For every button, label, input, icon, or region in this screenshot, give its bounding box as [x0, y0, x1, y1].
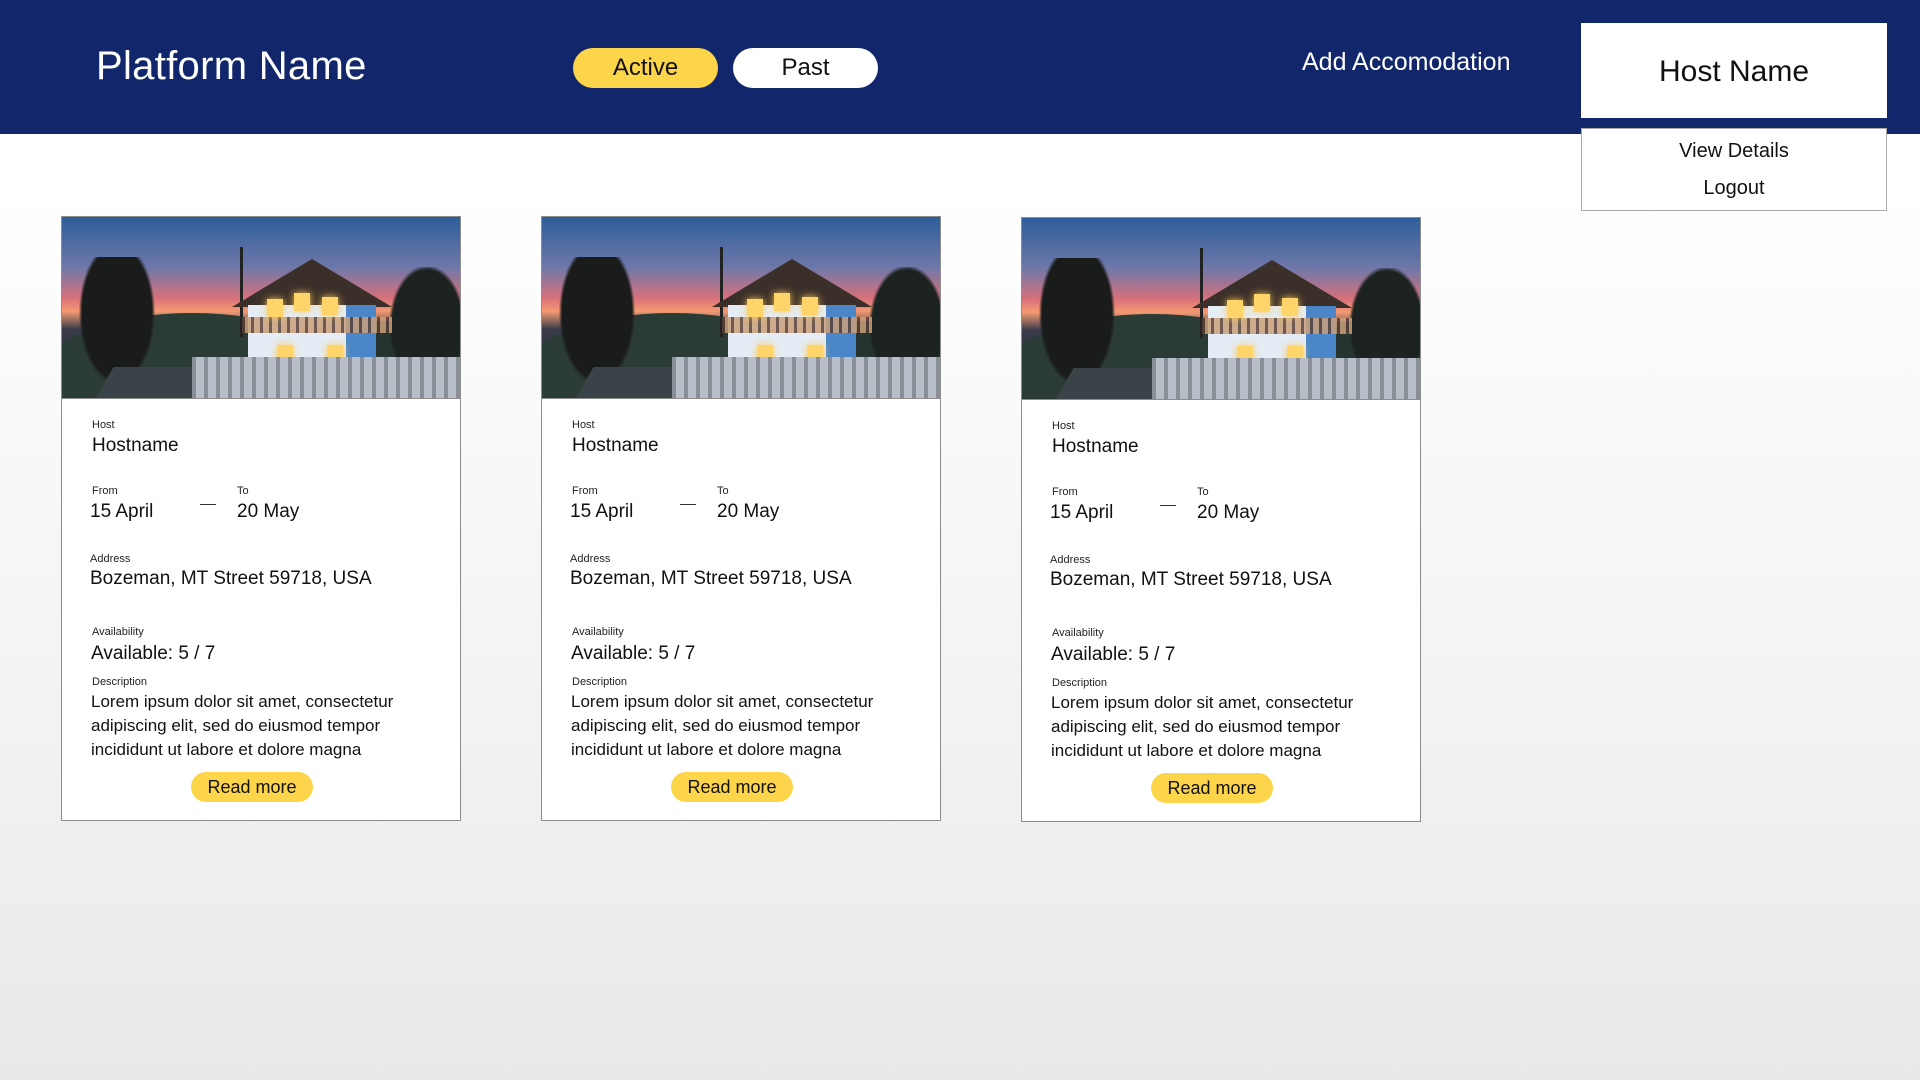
host-value: Hostname — [1052, 436, 1139, 457]
date-range-dash — [200, 504, 216, 505]
tab-past[interactable]: Past — [733, 48, 878, 88]
from-value: 15 April — [1050, 502, 1114, 523]
description-text: Lorem ipsum dolor sit amet, consectetur … — [91, 692, 394, 759]
date-range-dash — [680, 504, 696, 505]
to-label: To — [717, 485, 729, 497]
listing-card: Host Hostname From 15 April To 20 May Ad… — [61, 216, 461, 821]
top-bar: Platform Name Active Past Add Accomodati… — [0, 0, 1920, 134]
read-more-button[interactable]: Read more — [1151, 773, 1273, 803]
description-text: Lorem ipsum dolor sit amet, consectetur … — [1051, 693, 1354, 760]
photo-window — [774, 293, 790, 311]
description-text: Lorem ipsum dolor sit amet, consectetur … — [571, 692, 874, 759]
from-value: 15 April — [570, 501, 634, 522]
from-value: 15 April — [90, 501, 154, 522]
menu-item-logout[interactable]: Logout — [1582, 170, 1886, 207]
description-label: Description — [92, 676, 148, 688]
host-dropdown-menu: View Details Logout — [1581, 128, 1887, 211]
photo-balcony — [242, 317, 392, 333]
photo-window — [747, 299, 763, 317]
to-value: 20 May — [1197, 502, 1260, 523]
photo-balcony — [722, 317, 872, 333]
to-label: To — [1197, 486, 1209, 498]
photo-window — [1227, 300, 1243, 318]
photo-window — [1282, 298, 1298, 316]
availability-value: Available: 5 / 7 — [91, 643, 216, 664]
host-label: Host — [92, 419, 115, 431]
menu-item-view-details[interactable]: View Details — [1582, 133, 1886, 170]
listing-photo — [542, 217, 940, 399]
tab-active[interactable]: Active — [573, 48, 718, 88]
availability-value: Available: 5 / 7 — [571, 643, 696, 664]
add-accommodation-link[interactable]: Add Accomodation — [1302, 48, 1510, 77]
address-label: Address — [570, 553, 611, 565]
host-label: Host — [1052, 420, 1075, 432]
listing-photo — [62, 217, 460, 399]
to-value: 20 May — [237, 501, 300, 522]
host-label: Host — [572, 419, 595, 431]
photo-fence — [672, 357, 940, 398]
platform-name: Platform Name — [96, 44, 367, 88]
listing-card: Host Hostname From 15 April To 20 May Ad… — [541, 216, 941, 821]
photo-roof — [712, 259, 872, 307]
to-value: 20 May — [717, 501, 780, 522]
address-value: Bozeman, MT Street 59718, USA — [90, 568, 372, 589]
photo-fence — [192, 357, 460, 398]
host-name-button[interactable]: Host Name — [1581, 23, 1887, 118]
photo-balcony — [1202, 318, 1352, 334]
to-label: To — [237, 485, 249, 497]
listing-card: Host Hostname From 15 April To 20 May Ad… — [1021, 217, 1421, 822]
availability-label: Availability — [572, 626, 624, 638]
photo-window — [1254, 294, 1270, 312]
description-label: Description — [572, 676, 628, 688]
from-label: From — [572, 485, 598, 497]
photo-window — [294, 293, 310, 311]
photo-roof — [1192, 260, 1352, 308]
address-label: Address — [1050, 554, 1091, 566]
address-label: Address — [90, 553, 131, 565]
photo-window — [802, 297, 818, 315]
date-range-dash — [1160, 505, 1176, 506]
host-value: Hostname — [92, 435, 179, 456]
address-value: Bozeman, MT Street 59718, USA — [1050, 569, 1332, 590]
address-value: Bozeman, MT Street 59718, USA — [570, 568, 852, 589]
photo-fence — [1152, 358, 1420, 399]
host-value: Hostname — [572, 435, 659, 456]
photo-roof — [232, 259, 392, 307]
photo-window — [322, 297, 338, 315]
from-label: From — [92, 485, 118, 497]
read-more-button[interactable]: Read more — [191, 772, 313, 802]
photo-window — [267, 299, 283, 317]
from-label: From — [1052, 486, 1078, 498]
listing-photo — [1022, 218, 1420, 400]
read-more-button[interactable]: Read more — [671, 772, 793, 802]
availability-label: Availability — [92, 626, 144, 638]
availability-label: Availability — [1052, 627, 1104, 639]
availability-value: Available: 5 / 7 — [1051, 644, 1176, 665]
description-label: Description — [1052, 677, 1108, 689]
